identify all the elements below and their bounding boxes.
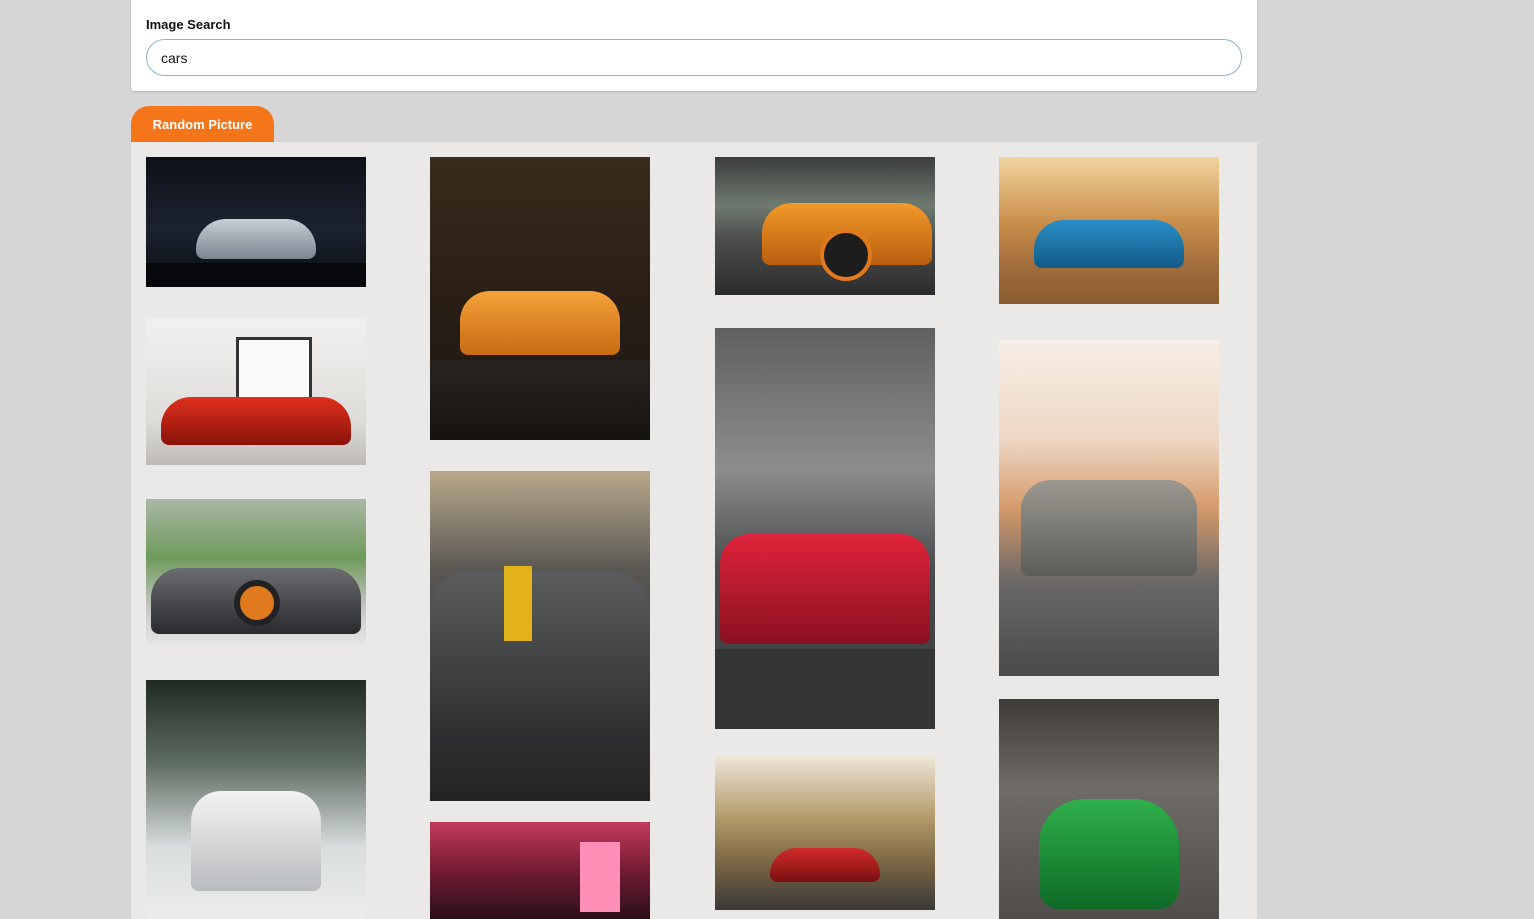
- search-label: Image Search: [146, 17, 231, 32]
- photo-red-mercedes-amg-gt-forest[interactable]: [715, 756, 935, 910]
- search-card: Image Search: [131, 0, 1257, 91]
- photo-pink-neon-garage[interactable]: [430, 822, 650, 919]
- photo-blue-camaro-desert[interactable]: [999, 157, 1219, 304]
- photo-red-ferrari-showroom[interactable]: [146, 319, 366, 465]
- photo-green-mustang-parking[interactable]: [999, 699, 1219, 919]
- photo-silver-camaro-garage[interactable]: [146, 157, 366, 287]
- photo-gray-lamborghini-aventador[interactable]: [146, 499, 366, 646]
- photo-orange-huracan-road[interactable]: [715, 157, 935, 295]
- search-input[interactable]: [146, 39, 1242, 76]
- photo-gray-mercedes-amg-yellow-stripe[interactable]: [430, 471, 650, 801]
- photo-gray-challenger-sunset[interactable]: [999, 340, 1219, 676]
- random-picture-button[interactable]: Random Picture: [131, 106, 274, 142]
- photo-white-audi-q5-snow-forest[interactable]: [146, 680, 366, 919]
- photo-red-porsche-gt2rs-street[interactable]: [715, 328, 935, 729]
- image-gallery: [131, 142, 1257, 919]
- photo-orange-lamborghini-forest[interactable]: [430, 157, 650, 440]
